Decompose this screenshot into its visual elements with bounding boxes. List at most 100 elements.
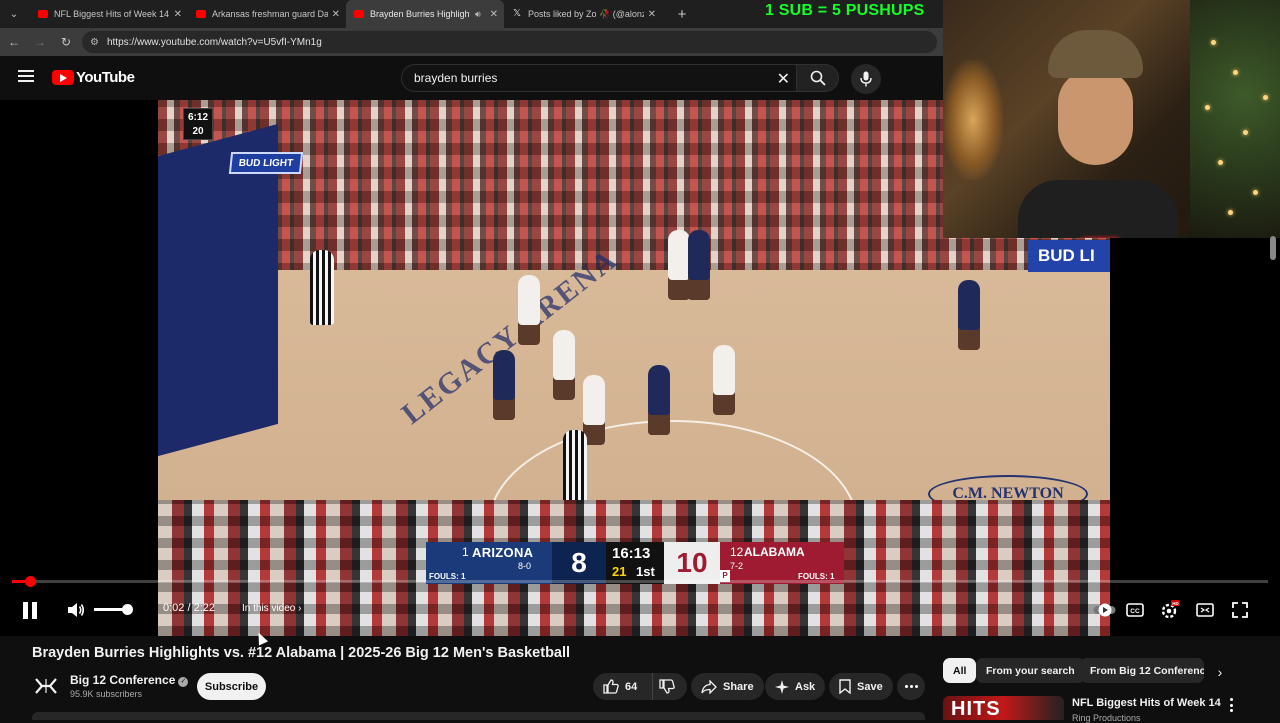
youtube-logo[interactable]: YouTube (52, 69, 135, 86)
clear-search-icon[interactable]: ✕ (777, 69, 790, 89)
settings-gear-icon[interactable]: HD (1158, 598, 1182, 622)
home-score: 10 (664, 542, 720, 584)
recommended-title[interactable]: NFL Biggest Hits of Week 14 (1072, 697, 1221, 709)
like-count: 64 (625, 680, 638, 693)
new-tab-plus-icon[interactable]: + (670, 2, 694, 26)
chapters-button[interactable]: In this video › (242, 603, 301, 614)
voice-search-button[interactable] (851, 64, 881, 94)
dislike-button[interactable] (653, 679, 687, 694)
microphone-icon (860, 71, 872, 87)
big12-logo-icon (35, 678, 57, 694)
close-tab-icon[interactable]: ✕ (490, 9, 498, 20)
away-team-name: ARIZONA (472, 545, 534, 560)
away-record: 8-0 (518, 561, 532, 571)
forward-arrow-icon[interactable]: → (28, 30, 52, 54)
subscriber-count: 95.9K subscribers (70, 689, 143, 699)
youtube-play-icon (52, 70, 74, 85)
channel-name[interactable]: Big 12 Conference ✓ (70, 673, 189, 687)
game-clock: 16:13 (612, 545, 651, 562)
autoplay-toggle-icon[interactable] (1093, 598, 1117, 622)
reload-icon[interactable]: ↻ (54, 30, 78, 54)
logo-text: YouTube (76, 69, 135, 86)
progress-bar[interactable] (12, 576, 1268, 587)
channel-name-text: Big 12 Conference (70, 673, 176, 687)
christmas-tree (1190, 0, 1280, 238)
recommended-menu-icon[interactable] (1228, 698, 1234, 712)
verified-badge-icon: ✓ (178, 677, 189, 687)
chevron-right-icon[interactable]: › (1208, 660, 1232, 684)
volume-icon[interactable] (66, 598, 86, 622)
shot-clock: 21 (612, 564, 627, 579)
pause-icon[interactable] (20, 598, 40, 622)
player-figure (648, 365, 670, 435)
home-team-name: ALABAMA (744, 545, 805, 559)
streamer-figure (1018, 30, 1178, 238)
tab-search-chevron-icon[interactable]: ⌄ (4, 4, 24, 24)
player-figure (713, 345, 735, 415)
browser-tab-arkansas[interactable]: Arkansas freshman guard Dariu ✕ (188, 0, 346, 28)
bookmark-icon (839, 679, 851, 694)
sponsor-sign-large: BUD LI (1028, 240, 1110, 272)
game-clock-panel: 16:13 21 1st (606, 542, 664, 584)
recommended-channel: Ring Productions (1072, 713, 1141, 723)
tab-title: Posts liked by Zo 🥀 (@alonzo (528, 8, 644, 19)
volume-handle[interactable] (122, 604, 133, 615)
url-text: https://www.youtube.com/watch?v=U5vfI-YM… (106, 36, 322, 48)
share-button[interactable]: Share (691, 673, 764, 700)
ask-label: Ask (795, 680, 816, 693)
stream-promo-text: 1 SUB = 5 PUSHUPS (765, 2, 925, 19)
search-button[interactable] (797, 64, 839, 92)
scrubber-handle[interactable] (24, 576, 36, 587)
close-tab-icon[interactable]: ✕ (648, 9, 656, 20)
site-info-icon[interactable]: ⚙︎ (90, 37, 99, 48)
theater-mode-icon[interactable] (1193, 598, 1217, 622)
home-record: 7-2 (730, 561, 744, 571)
referee-figure (310, 250, 334, 325)
subscribe-button[interactable]: Subscribe (197, 673, 266, 700)
tab-title: Arkansas freshman guard Dariu (212, 9, 328, 19)
tab-title: NFL Biggest Hits of Week 14 - Y (54, 9, 170, 19)
chip-from-big12[interactable]: From Big 12 Conference (1080, 658, 1204, 683)
browser-tab-nfl-hits[interactable]: NFL Biggest Hits of Week 14 - Y ✕ (30, 0, 188, 28)
more-actions-icon[interactable] (897, 673, 925, 700)
player-figure (493, 350, 515, 420)
share-label: Share (723, 680, 754, 693)
lamp-glow (943, 60, 1003, 180)
shot-clock-bottom: 20 (192, 126, 204, 137)
save-button[interactable]: Save (829, 673, 893, 700)
svg-text:CC: CC (1130, 608, 1140, 615)
search-input[interactable]: brayden burries ✕ (401, 64, 797, 92)
chapters-label: In this video (242, 603, 296, 614)
url-field[interactable]: ⚙︎ https://www.youtube.com/watch?v=U5vfI… (82, 31, 937, 53)
back-arrow-icon[interactable]: ← (2, 30, 26, 54)
away-score: 8 (552, 542, 606, 584)
chip-from-your-search[interactable]: From your search (976, 658, 1085, 683)
chip-all[interactable]: All (943, 658, 977, 683)
browser-tab-x-posts[interactable]: 𝕏 Posts liked by Zo 🥀 (@alonzo ✕ (504, 0, 662, 28)
home-team-panel: 12 ALABAMA 7-2 P FOULS: 1 (720, 542, 844, 584)
sparkle-icon (775, 679, 789, 694)
recommended-thumbnail[interactable]: HITS (943, 696, 1064, 720)
captions-icon[interactable]: CC (1123, 598, 1147, 622)
away-team-panel: 1 ARIZONA 8-0 FOULS: 1 (426, 542, 552, 584)
speaker-icon[interactable]: 🔊︎ (475, 9, 481, 20)
description-box[interactable] (32, 712, 925, 720)
close-tab-icon[interactable]: ✕ (332, 9, 340, 20)
close-tab-icon[interactable]: ✕ (174, 9, 182, 20)
page-scrollbar[interactable] (1270, 236, 1276, 260)
menu-icon[interactable] (18, 70, 34, 82)
youtube-icon (354, 10, 364, 18)
channel-avatar[interactable] (32, 672, 60, 700)
arena-shot-clock: 6:12 20 (183, 108, 213, 140)
period: 1st (636, 564, 655, 579)
ask-button[interactable]: Ask (765, 673, 826, 700)
referee-figure (563, 430, 587, 505)
fullscreen-icon[interactable] (1228, 598, 1252, 622)
save-label: Save (857, 680, 883, 693)
youtube-icon (196, 10, 206, 18)
player-figure (958, 280, 980, 350)
thumbs-up-icon (603, 679, 619, 694)
browser-tab-burries[interactable]: Brayden Burries Highlights 🔊︎ ✕ (346, 0, 504, 28)
thumbnail-text: HITS (951, 698, 1001, 720)
like-button[interactable]: 64 (593, 673, 653, 700)
